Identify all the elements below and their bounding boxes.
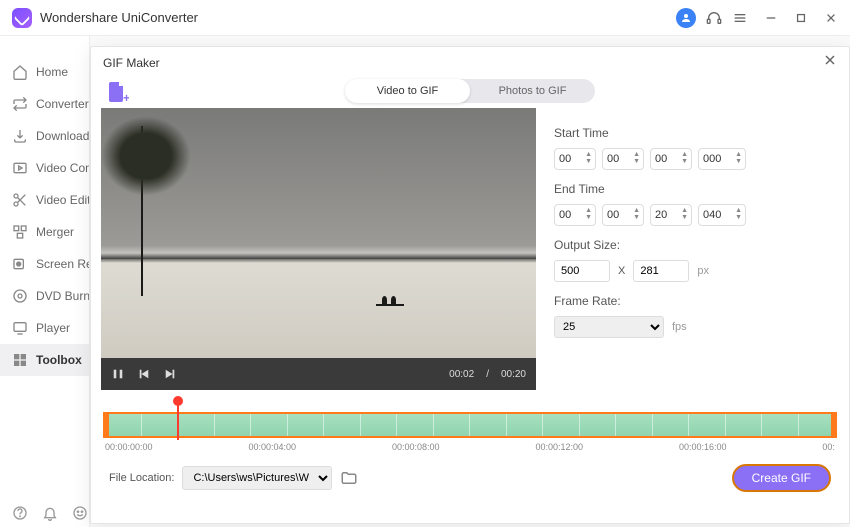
timeline-labels: 00:00:00:00 00:00:04:00 00:00:08:00 00:0… [103,442,837,452]
modal-close-button[interactable] [823,53,837,72]
tab-video-to-gif[interactable]: Video to GIF [345,79,470,103]
svg-text:+: + [123,91,129,104]
next-frame-button[interactable] [163,367,177,381]
app-title: Wondershare UniConverter [40,10,676,25]
stepper-arrows-icon[interactable]: ▲▼ [681,207,688,221]
frame-rate-label: Frame Rate: [554,294,839,308]
create-gif-button[interactable]: Create GIF [732,464,831,492]
stepper-arrows-icon[interactable]: ▲▼ [585,207,592,221]
feedback-icon[interactable] [72,505,88,521]
help-icon[interactable] [12,505,28,521]
file-location-label: File Location: [109,472,174,484]
start-minutes-input[interactable]: 00▲▼ [602,148,644,170]
sidebar-item-label: Converter [36,97,89,111]
file-location-select[interactable]: C:\Users\ws\Pictures\Wonders [182,466,332,490]
toolbox-icon [12,352,28,368]
timeline: 00:00:00:00 00:00:04:00 00:00:08:00 00:0… [101,412,839,452]
sidebar-item-compressor[interactable]: Video Compressor [0,152,89,184]
mode-tabs: Video to GIF Photos to GIF [345,79,595,103]
modal-title: GIF Maker [103,56,823,70]
sidebar-item-player[interactable]: Player [0,312,89,344]
output-height-input[interactable] [633,260,689,282]
video-preview[interactable] [101,108,536,358]
headset-icon[interactable] [706,10,722,26]
start-time-label: Start Time [554,126,839,140]
minimize-button[interactable] [764,11,778,25]
stepper-arrows-icon[interactable]: ▲▼ [735,207,742,221]
frame-rate-select[interactable]: 25 [554,316,664,338]
sidebar-item-toolbox[interactable]: Toolbox [0,344,89,376]
sidebar-item-label: Player [36,321,70,335]
bell-icon[interactable] [42,505,58,521]
gif-maker-modal: GIF Maker Video to GIF Photos to GIF + [90,46,850,524]
player-total-time: 00:20 [501,369,526,380]
output-size-label: Output Size: [554,238,839,252]
hamburger-icon[interactable] [732,10,748,26]
sidebar-item-label: Home [36,65,68,79]
stepper-arrows-icon[interactable]: ▲▼ [633,151,640,165]
merger-icon [12,224,28,240]
fps-unit: fps [672,321,687,333]
download-icon [12,128,28,144]
sidebar-item-merger[interactable]: Merger [0,216,89,248]
converter-icon [12,96,28,112]
content-area: NEW tor data etadata CD. GIF Maker Video… [90,36,850,527]
sidebar-item-label: Screen Recorder [36,257,89,271]
add-file-button[interactable]: + [105,80,129,104]
sidebar-item-label: Downloader [36,129,89,143]
sidebar-item-converter[interactable]: Converter [0,88,89,120]
stepper-arrows-icon[interactable]: ▲▼ [735,151,742,165]
output-width-input[interactable] [554,260,610,282]
player-controls: 00:02/00:20 [101,358,536,390]
px-unit: px [697,265,709,277]
end-minutes-input[interactable]: 00▲▼ [602,204,644,226]
sidebar-item-editor[interactable]: Video Editor [0,184,89,216]
compress-icon [12,160,28,176]
player-icon [12,320,28,336]
end-time-label: End Time [554,182,839,196]
disc-icon [12,288,28,304]
start-seconds-input[interactable]: 00▲▼ [650,148,692,170]
sidebar-item-home[interactable]: Home [0,56,89,88]
sidebar-item-recorder[interactable]: Screen Recorder [0,248,89,280]
sidebar-item-label: Merger [36,225,74,239]
playhead[interactable] [177,402,179,440]
sidebar-item-label: Video Compressor [36,161,89,175]
sidebar-item-downloader[interactable]: Downloader [0,120,89,152]
tab-photos-to-gif[interactable]: Photos to GIF [470,79,595,103]
browse-folder-button[interactable] [340,469,358,487]
stepper-arrows-icon[interactable]: ▲▼ [681,151,688,165]
user-avatar[interactable] [676,8,696,28]
stepper-arrows-icon[interactable]: ▲▼ [585,151,592,165]
x-separator: X [618,265,625,277]
statusbar [12,505,88,521]
start-ms-input[interactable]: 000▲▼ [698,148,746,170]
player-current-time: 00:02 [449,369,474,380]
sidebar: Home Converter Downloader Video Compress… [0,36,90,527]
end-hours-input[interactable]: 00▲▼ [554,204,596,226]
pause-button[interactable] [111,367,125,381]
sidebar-item-dvd[interactable]: DVD Burner [0,280,89,312]
close-button[interactable] [824,11,838,25]
app-logo-icon [12,8,32,28]
scissors-icon [12,192,28,208]
stepper-arrows-icon[interactable]: ▲▼ [633,207,640,221]
sidebar-item-label: Toolbox [36,353,82,367]
prev-frame-button[interactable] [137,367,151,381]
end-ms-input[interactable]: 040▲▼ [698,204,746,226]
start-hours-input[interactable]: 00▲▼ [554,148,596,170]
titlebar: Wondershare UniConverter [0,0,850,36]
maximize-button[interactable] [794,11,808,25]
home-icon [12,64,28,80]
sidebar-item-label: DVD Burner [36,289,89,303]
record-icon [12,256,28,272]
end-seconds-input[interactable]: 20▲▼ [650,204,692,226]
sidebar-item-label: Video Editor [36,193,89,207]
timeline-track[interactable] [103,412,837,438]
